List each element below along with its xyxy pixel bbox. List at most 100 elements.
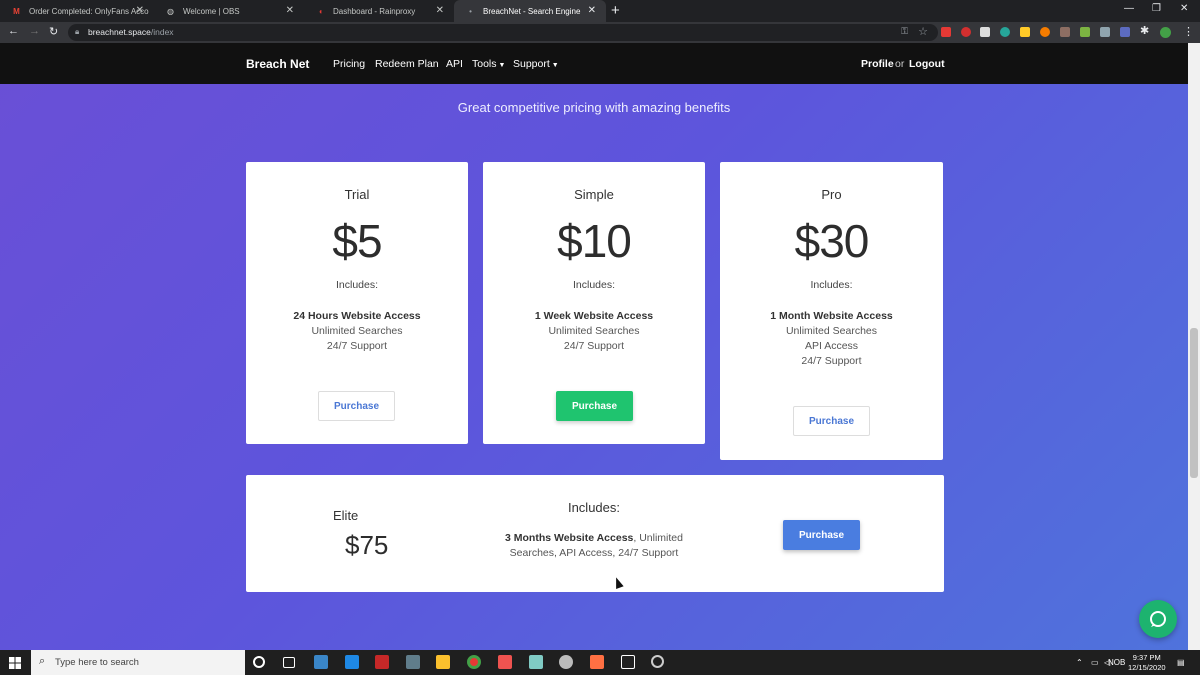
restore-icon[interactable]: ❐ <box>1152 3 1161 14</box>
plan-name: Simple <box>574 187 614 202</box>
rainproxy-icon: ◖ <box>318 6 323 16</box>
taskbar-search-input[interactable]: ⌕ Type here to search <box>31 650 245 675</box>
plan-features: 3 Months Website Access, Unlimited Searc… <box>505 532 683 559</box>
gmail-icon: M <box>13 6 20 16</box>
menu-icon[interactable]: ⋮ <box>1183 25 1194 38</box>
app-icon[interactable] <box>406 655 420 669</box>
file-explorer-icon[interactable] <box>436 655 450 669</box>
minimize-icon[interactable]: — <box>1124 3 1134 14</box>
address-text: breachnet.space/index <box>88 27 174 37</box>
tab-obs[interactable]: ◍ Welcome | OBS ✕ <box>154 0 304 22</box>
chrome-icon[interactable] <box>467 655 481 669</box>
extension-icon[interactable] <box>980 27 990 37</box>
browser-tab-bar: M Order Completed: OnlyFans Acco ✕ ◍ Wel… <box>0 0 1200 22</box>
nav-logout[interactable]: Logout <box>909 58 945 70</box>
extension-icon[interactable] <box>1100 27 1110 37</box>
extension-icon[interactable] <box>1020 27 1030 37</box>
star-icon[interactable]: ☆ <box>918 25 928 38</box>
scrollbar-thumb[interactable] <box>1190 328 1198 478</box>
obs-icon[interactable] <box>651 655 664 668</box>
cookie-extension-icon[interactable] <box>1040 27 1050 37</box>
tab-title: Dashboard - Rainproxy <box>333 6 416 16</box>
nav-pricing[interactable]: Pricing <box>333 58 365 70</box>
plan-includes: Includes: <box>567 500 621 515</box>
store-icon[interactable] <box>314 655 328 669</box>
nav-support-label: Support <box>513 58 550 70</box>
tab-title: Welcome | OBS <box>183 6 240 16</box>
extension-icon[interactable] <box>1120 27 1130 37</box>
office-icon[interactable] <box>375 655 389 669</box>
plan-features: 1 Week Website Access Unlimited Searches… <box>534 310 654 352</box>
plan-features: 24 Hours Website Access Unlimited Search… <box>293 310 421 352</box>
plan-price: $5 <box>332 215 382 267</box>
cortana-icon[interactable] <box>253 656 265 668</box>
new-tab-icon[interactable]: + <box>611 2 620 19</box>
clock-date: 12/15/2020 <box>1128 663 1166 672</box>
windows-start-icon[interactable] <box>9 657 21 669</box>
app-icon[interactable] <box>621 655 635 669</box>
nav-api[interactable]: API <box>446 58 463 70</box>
lock-icon: 🔒︎ <box>75 27 80 36</box>
purchase-button-pro[interactable]: Purchase <box>793 406 870 436</box>
settings-icon[interactable] <box>559 655 573 669</box>
forward-icon[interactable]: → <box>29 25 40 37</box>
close-icon[interactable]: ✕ <box>436 5 444 16</box>
notification-icon[interactable]: ▤ <box>1177 658 1185 667</box>
site-navbar: Breach Net Pricing Redeem Plan API Tools… <box>0 43 1188 84</box>
tab-gmail[interactable]: M Order Completed: OnlyFans Acco ✕ <box>0 0 154 22</box>
breachnet-icon: • <box>469 6 472 16</box>
close-window-icon[interactable]: ✕ <box>1180 3 1188 14</box>
back-icon[interactable]: ← <box>8 25 19 37</box>
plan-price: $30 <box>794 215 870 267</box>
extension-icon[interactable] <box>1000 27 1010 37</box>
plan-includes: Includes: <box>572 279 616 291</box>
extension-icon[interactable] <box>961 27 971 37</box>
purchase-button-simple[interactable]: Purchase <box>556 391 633 421</box>
extension-icon[interactable] <box>1060 27 1070 37</box>
keyboard-language[interactable]: NOB <box>1108 658 1125 667</box>
close-icon[interactable]: ✕ <box>588 5 596 16</box>
app-icon[interactable] <box>529 655 543 669</box>
plan-price: $10 <box>557 215 632 267</box>
windows-taskbar: ⌕ Type here to search ⌃ ▭ ◁ NOB 9:37 PM … <box>0 650 1200 675</box>
network-icon[interactable]: ▭ <box>1091 658 1099 667</box>
tab-breachnet[interactable]: • BreachNet - Search Engine ✕ <box>454 0 606 22</box>
plan-price: $75 <box>345 530 389 560</box>
tray-chevron-up-icon[interactable]: ⌃ <box>1076 658 1083 667</box>
puzzle-icon[interactable]: ✱ <box>1140 24 1149 37</box>
app-icon[interactable] <box>498 655 512 669</box>
chat-widget-button[interactable] <box>1139 600 1177 638</box>
address-bar[interactable]: 🔒︎ breachnet.space/index ⚿ ☆ <box>68 24 938 41</box>
plan-card-trial: Trial $5 Includes: 24 Hours Website Acce… <box>246 162 468 444</box>
purchase-button-elite[interactable]: Purchase <box>783 520 860 550</box>
nav-redeem-plan[interactable]: Redeem Plan <box>375 58 439 70</box>
nav-tools[interactable]: Tools ▼ <box>472 58 505 70</box>
plan-name: Pro <box>821 187 842 202</box>
task-view-icon[interactable] <box>283 657 295 668</box>
nav-support[interactable]: Support ▼ <box>513 58 559 70</box>
close-icon[interactable]: ✕ <box>286 5 294 16</box>
taskbar-clock[interactable]: 9:37 PM 12/15/2020 <box>1128 653 1166 673</box>
adblock-extension-icon[interactable] <box>941 27 951 37</box>
nav-tools-label: Tools <box>472 58 497 70</box>
browser-toolbar: ← → ↻ 🔒︎ breachnet.space/index ⚿ ☆ ✱ ⋮ <box>0 22 1200 43</box>
site-brand[interactable]: Breach Net <box>246 57 309 71</box>
mail-icon[interactable] <box>345 655 359 669</box>
globe-icon: ◍ <box>167 6 174 16</box>
plan-name: Elite <box>333 508 359 523</box>
extension-icon[interactable] <box>1080 27 1090 37</box>
clock-time: 9:37 PM <box>1132 653 1161 662</box>
avatar[interactable] <box>1160 27 1171 38</box>
reload-icon[interactable]: ↻ <box>49 25 58 38</box>
page-content: Breach Net Pricing Redeem Plan API Tools… <box>0 43 1188 650</box>
nav-profile[interactable]: Profile <box>861 58 894 70</box>
page-scrollbar[interactable] <box>1188 43 1200 650</box>
purchase-button-trial[interactable]: Purchase <box>318 391 395 421</box>
key-icon[interactable]: ⚿ <box>901 26 908 37</box>
nav-or: or <box>895 58 905 70</box>
search-icon: ⌕ <box>39 655 46 667</box>
tab-rainproxy[interactable]: ◖ Dashboard - Rainproxy ✕ <box>304 0 454 22</box>
close-icon[interactable]: ✕ <box>136 5 144 16</box>
tab-title: Order Completed: OnlyFans Acco <box>29 6 149 16</box>
winrar-icon[interactable] <box>590 655 604 669</box>
